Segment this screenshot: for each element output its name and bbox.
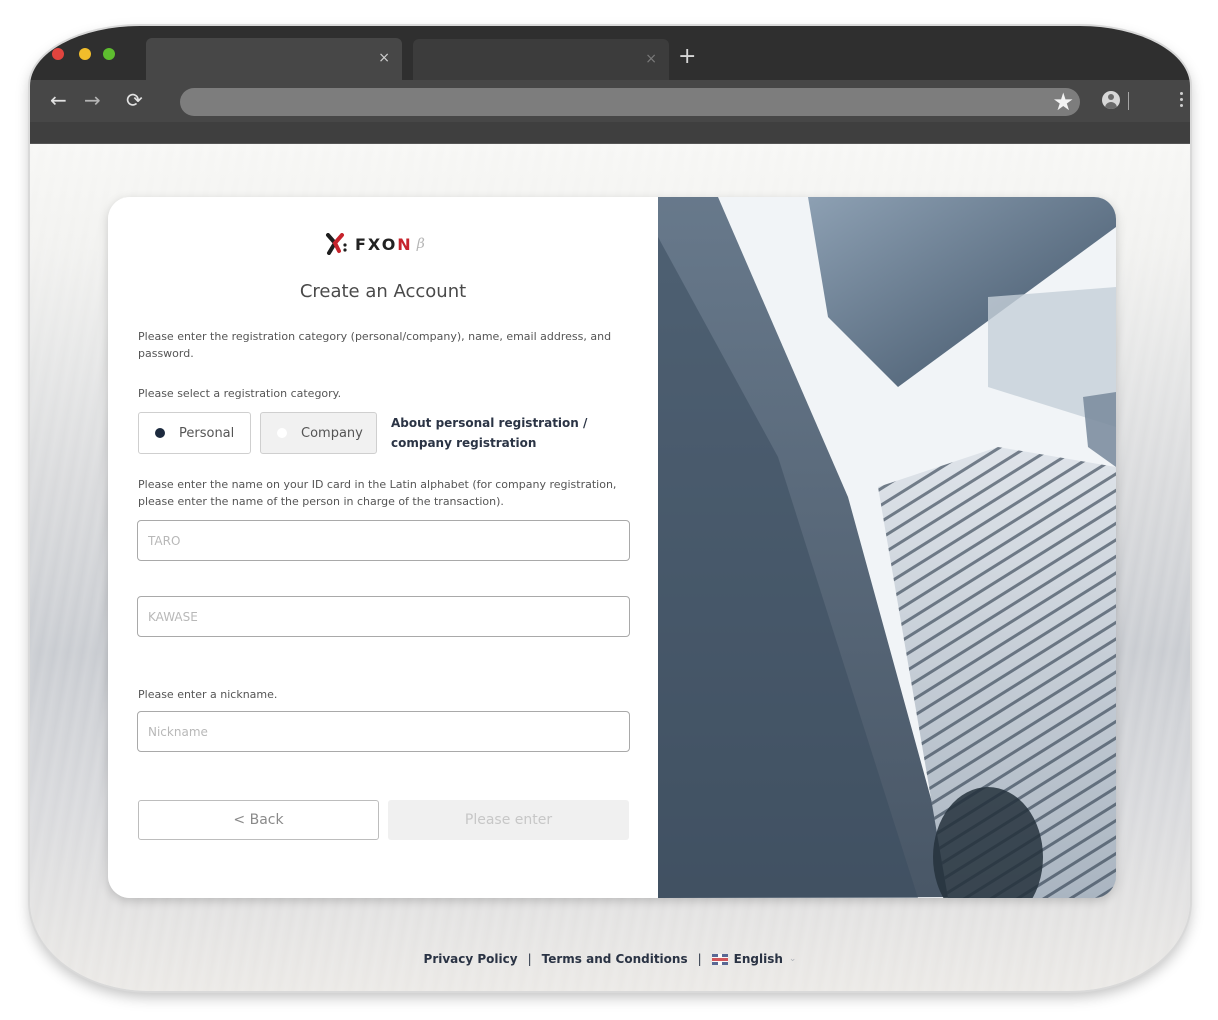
radio-label: Company — [301, 425, 363, 441]
reload-icon[interactable]: ⟳ — [126, 88, 143, 112]
bookmarks-bar — [30, 122, 1190, 144]
submit-button[interactable]: Please enter — [388, 800, 629, 840]
page-title: Create an Account — [299, 281, 467, 302]
registration-form: FXO N β Create an Account Please enter th… — [108, 197, 658, 898]
last-name-input[interactable] — [137, 596, 630, 637]
footer-separator: | — [697, 952, 702, 966]
browser-menu-icon[interactable] — [1180, 92, 1184, 110]
close-tab-icon[interactable]: × — [645, 51, 657, 67]
logo-wordmark-accent: N — [397, 234, 413, 254]
footer: Privacy Policy | Terms and Conditions | … — [30, 952, 1190, 966]
logo-wordmark: FXO N — [355, 235, 413, 254]
browser-toolbar: ← → ⟳ ★ — [30, 80, 1190, 122]
tab-bar: × × + — [30, 26, 1190, 81]
about-registration-link[interactable]: About personal registration / company re… — [391, 413, 621, 453]
fxon-logo: FXO N β — [325, 232, 425, 256]
skyscraper-photo — [658, 197, 1116, 898]
browser-tab[interactable]: × — [413, 39, 669, 81]
radio-label: Personal — [179, 425, 235, 441]
fxon-logo-mark-icon — [326, 233, 347, 255]
language-label: English — [733, 952, 783, 966]
uk-flag-icon — [711, 953, 728, 965]
privacy-policy-link[interactable]: Privacy Policy — [424, 952, 518, 966]
chevron-down-icon: ⌄ — [788, 954, 797, 964]
toolbar-divider — [1128, 92, 1129, 110]
new-tab-button[interactable]: + — [678, 46, 696, 68]
category-prompt: Please select a registration category. — [138, 387, 342, 400]
nickname-prompt: Please enter a nickname. — [138, 688, 278, 701]
maximize-window-button[interactable] — [103, 48, 115, 60]
browser-tab-active[interactable]: × — [146, 38, 402, 80]
logo-wordmark-text: FXO — [355, 234, 398, 254]
category-personal-radio[interactable]: Personal — [138, 412, 251, 454]
address-bar[interactable]: ★ — [180, 88, 1080, 116]
bookmark-star-icon[interactable]: ★ — [1052, 89, 1074, 115]
logo-beta-mark: β — [416, 236, 425, 252]
language-selector[interactable]: English ⌄ — [711, 952, 797, 966]
footer-separator: | — [527, 952, 532, 966]
browser-window: × × + ← → ⟳ ★ FXO N β Create an Account … — [30, 26, 1190, 991]
page-background: FXO N β Create an Account Please enter th… — [30, 144, 1190, 991]
back-button[interactable]: < Back — [138, 800, 379, 840]
name-prompt: Please enter the name on your ID card in… — [138, 478, 617, 508]
registration-card: FXO N β Create an Account Please enter th… — [108, 197, 1116, 898]
close-tab-icon[interactable]: × — [378, 50, 390, 66]
category-company-radio[interactable]: Company — [260, 412, 377, 454]
back-arrow-icon[interactable]: ← — [50, 88, 67, 112]
nickname-input[interactable] — [137, 711, 630, 752]
radio-unselected-icon — [277, 428, 287, 438]
intro-text: Please enter the registration category (… — [138, 330, 612, 360]
forward-arrow-icon[interactable]: → — [84, 88, 101, 112]
terms-link[interactable]: Terms and Conditions — [542, 952, 688, 966]
radio-selected-icon — [155, 428, 165, 438]
close-window-button[interactable] — [52, 48, 64, 60]
skyscraper-illustration — [658, 197, 1116, 898]
profile-avatar-icon[interactable] — [1102, 91, 1120, 109]
minimize-window-button[interactable] — [79, 48, 91, 60]
first-name-input[interactable] — [137, 520, 630, 561]
